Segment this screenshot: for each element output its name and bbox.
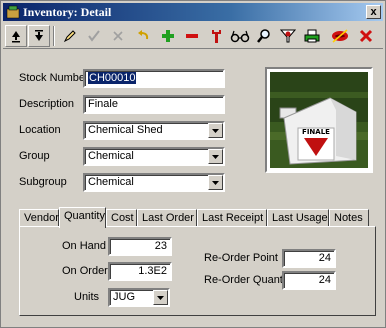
on-order-label: On Order <box>62 265 108 277</box>
description-label: Description <box>19 98 75 110</box>
cancel-edit-button[interactable] <box>107 25 129 47</box>
save-check-icon <box>88 30 100 42</box>
reorder-quantity-label: Re-Order Quantity <box>204 274 294 286</box>
description-field[interactable]: Finale <box>83 95 225 114</box>
search-button[interactable] <box>253 25 275 47</box>
stock-number-label: Stock Number <box>19 72 89 84</box>
chevron-down-icon <box>157 295 164 300</box>
subgroup-dropdown-button[interactable] <box>208 175 223 190</box>
detail-form: Stock Number CH00010 Description Finale … <box>3 51 383 323</box>
chevron-down-icon <box>212 128 219 133</box>
wrench-icon <box>212 30 221 43</box>
last-record-button[interactable] <box>28 25 50 47</box>
quantity-panel: On Hand 23 On Order 1.3E2 Units JUG Re-O… <box>19 226 376 316</box>
title-bar[interactable]: Inventory: Detail x <box>3 3 383 21</box>
units-value: JUG <box>113 291 135 303</box>
units-select[interactable]: JUG <box>108 288 170 307</box>
app-icon <box>6 5 20 19</box>
toolbar <box>3 23 383 49</box>
subgroup-value: Chemical <box>88 176 134 188</box>
chevron-down-icon <box>212 154 219 159</box>
magnifier-icon <box>257 29 270 43</box>
reorder-point-label: Re-Order Point <box>204 252 278 264</box>
glasses-icon <box>230 30 250 43</box>
units-label: Units <box>74 291 100 303</box>
tools-button[interactable] <box>205 25 227 47</box>
product-image-frame: FINALE <box>265 67 373 173</box>
group-value: Chemical <box>88 150 134 162</box>
location-value: Chemical Shed <box>88 124 163 136</box>
filter-button[interactable] <box>277 25 299 47</box>
on-order-field[interactable]: 1.3E2 <box>108 262 172 281</box>
delete-minus-icon <box>186 34 198 38</box>
edit-button[interactable] <box>59 25 81 47</box>
subgroup-select[interactable]: Chemical <box>83 173 225 192</box>
tab-cost[interactable]: Cost <box>106 209 137 227</box>
stock-number-value: CH00010 <box>88 72 137 84</box>
first-record-button[interactable] <box>5 25 27 47</box>
reorder-quantity-field[interactable]: 24 <box>282 271 336 290</box>
on-hand-label: On Hand <box>62 240 107 252</box>
chevron-down-icon <box>212 180 219 185</box>
undo-button[interactable] <box>133 25 155 47</box>
tab-notes[interactable]: Notes <box>329 209 369 227</box>
location-label: Location <box>19 124 61 136</box>
print-button[interactable] <box>301 25 323 47</box>
filter-funnel-icon <box>280 29 296 43</box>
window-title: Inventory: Detail <box>23 5 112 19</box>
window-close-button[interactable]: x <box>366 5 381 19</box>
first-record-icon <box>12 31 20 43</box>
tab-last-usage[interactable]: Last Usage <box>267 209 329 227</box>
tab-last-receipt[interactable]: Last Receipt <box>197 209 267 227</box>
stock-number-field[interactable]: CH00010 <box>83 69 225 88</box>
location-dropdown-button[interactable] <box>208 123 223 138</box>
close-form-button[interactable] <box>355 25 377 47</box>
save-button[interactable] <box>83 25 105 47</box>
no-lips-icon <box>332 29 348 43</box>
on-hand-field[interactable]: 23 <box>108 237 172 256</box>
edit-pencil-icon <box>63 30 76 43</box>
subgroup-label: Subgroup <box>19 176 67 188</box>
units-dropdown-button[interactable] <box>153 290 168 305</box>
product-label-text: FINALE <box>302 128 330 136</box>
product-photo: FINALE <box>270 72 368 168</box>
group-label: Group <box>19 150 50 162</box>
group-dropdown-button[interactable] <box>208 149 223 164</box>
tab-last-order[interactable]: Last Order <box>137 209 197 227</box>
group-select[interactable]: Chemical <box>83 147 225 166</box>
close-x-icon <box>359 29 373 43</box>
add-record-button[interactable] <box>157 25 179 47</box>
cancel-x-icon <box>113 31 123 41</box>
add-plus-icon <box>162 30 174 42</box>
last-record-icon <box>35 30 43 41</box>
tab-vendor[interactable]: Vendor <box>19 209 59 227</box>
location-select[interactable]: Chemical Shed <box>83 121 225 140</box>
lips-button[interactable] <box>329 25 351 47</box>
tab-quantity[interactable]: Quantity <box>59 207 106 228</box>
view-button[interactable] <box>229 25 251 47</box>
delete-record-button[interactable] <box>181 25 203 47</box>
reorder-point-field[interactable]: 24 <box>282 249 336 268</box>
printer-icon <box>304 29 320 43</box>
undo-icon <box>138 30 149 40</box>
inventory-detail-window: Inventory: Detail x Stock Number CH00010… <box>0 0 386 328</box>
